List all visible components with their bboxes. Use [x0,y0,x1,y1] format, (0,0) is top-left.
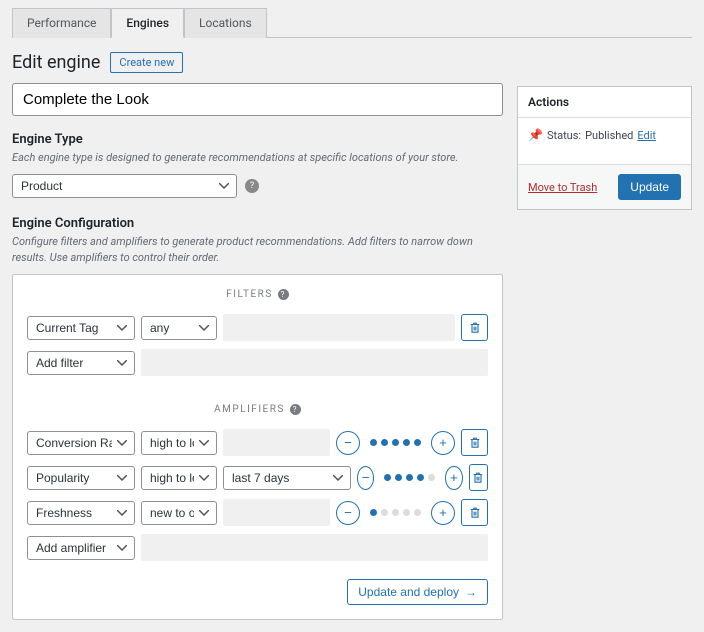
help-icon[interactable]: ? [290,404,301,415]
engine-type-label: Engine Type [12,132,503,147]
add-filter-select[interactable]: Add filter [27,351,135,375]
move-to-trash-link[interactable]: Move to Trash [528,181,597,194]
page-title: Edit engine [12,52,100,73]
tab-locations[interactable]: Locations [184,8,267,38]
update-button[interactable]: Update [618,174,681,200]
trash-icon [472,471,484,484]
add-amplifier-select[interactable]: Add amplifier [27,536,135,560]
amplifier-dir-select[interactable]: high to low [141,466,217,490]
filter-placeholder [141,349,488,376]
actions-box: Actions 📌 Status: Published Edit Move to… [517,86,692,210]
filter-value-area [223,314,455,341]
amplifiers-heading: AMPLIFIERS ? [27,404,488,415]
trash-icon [469,436,481,449]
pin-icon: 📌 [528,128,543,142]
engine-type-select[interactable]: Product [12,174,237,198]
tab-engines[interactable]: Engines [111,8,184,38]
tab-performance[interactable]: Performance [12,8,111,38]
increase-weight-button[interactable]: + [431,501,455,525]
engine-name-input[interactable] [12,83,503,116]
amplifier-dir-select[interactable]: new to old [141,501,217,525]
amplifier-spacer [223,499,330,526]
create-new-button[interactable]: Create new [110,52,183,73]
add-amplifier-row: Add amplifier [27,534,488,561]
filter-field-select[interactable]: Current Tag [27,316,135,340]
weight-dots [366,439,425,446]
config-panel: FILTERS ? Current Tag any Add filter AMP… [12,274,503,620]
edit-status-link[interactable]: Edit [637,129,656,142]
amplifier-range-select[interactable]: last 7 days [223,466,351,490]
amplifier-row: Freshness new to old − + [27,499,488,526]
help-icon[interactable]: ? [245,179,259,193]
amplifier-dir-select[interactable]: high to low [141,431,217,455]
delete-amplifier-button[interactable] [461,499,488,526]
engine-config-desc: Configure filters and amplifiers to gene… [12,234,503,265]
filters-heading: FILTERS ? [27,289,488,300]
decrease-weight-button[interactable]: − [336,431,360,455]
trash-icon [469,321,481,334]
actions-heading: Actions [518,87,691,118]
help-icon[interactable]: ? [278,289,289,300]
amplifier-spacer [223,429,330,456]
amplifier-field-select[interactable]: Popularity [27,466,135,490]
weight-dots [380,474,439,481]
amplifier-placeholder [141,534,488,561]
delete-amplifier-button[interactable] [461,429,488,456]
engine-type-desc: Each engine type is designed to generate… [12,150,503,165]
status-row: 📌 Status: Published Edit [528,128,681,142]
delete-amplifier-button[interactable] [469,464,488,491]
decrease-weight-button[interactable]: − [357,466,374,490]
increase-weight-button[interactable]: + [445,466,462,490]
engine-config-label: Engine Configuration [12,216,503,231]
add-filter-row: Add filter [27,349,488,376]
increase-weight-button[interactable]: + [431,431,455,455]
update-deploy-button[interactable]: Update and deploy → [347,579,488,605]
arrow-right-icon: → [465,585,477,599]
weight-dots [366,509,425,516]
tabs: Performance Engines Locations [12,8,692,38]
amplifier-row: Popularity high to low last 7 days − + [27,464,488,491]
filter-row: Current Tag any [27,314,488,341]
delete-filter-button[interactable] [461,314,488,341]
amplifier-field-select[interactable]: Conversion Rate [27,431,135,455]
amplifier-field-select[interactable]: Freshness [27,501,135,525]
amplifier-row: Conversion Rate high to low − + [27,429,488,456]
decrease-weight-button[interactable]: − [336,501,360,525]
filter-op-select[interactable]: any [141,316,217,340]
trash-icon [469,506,481,519]
